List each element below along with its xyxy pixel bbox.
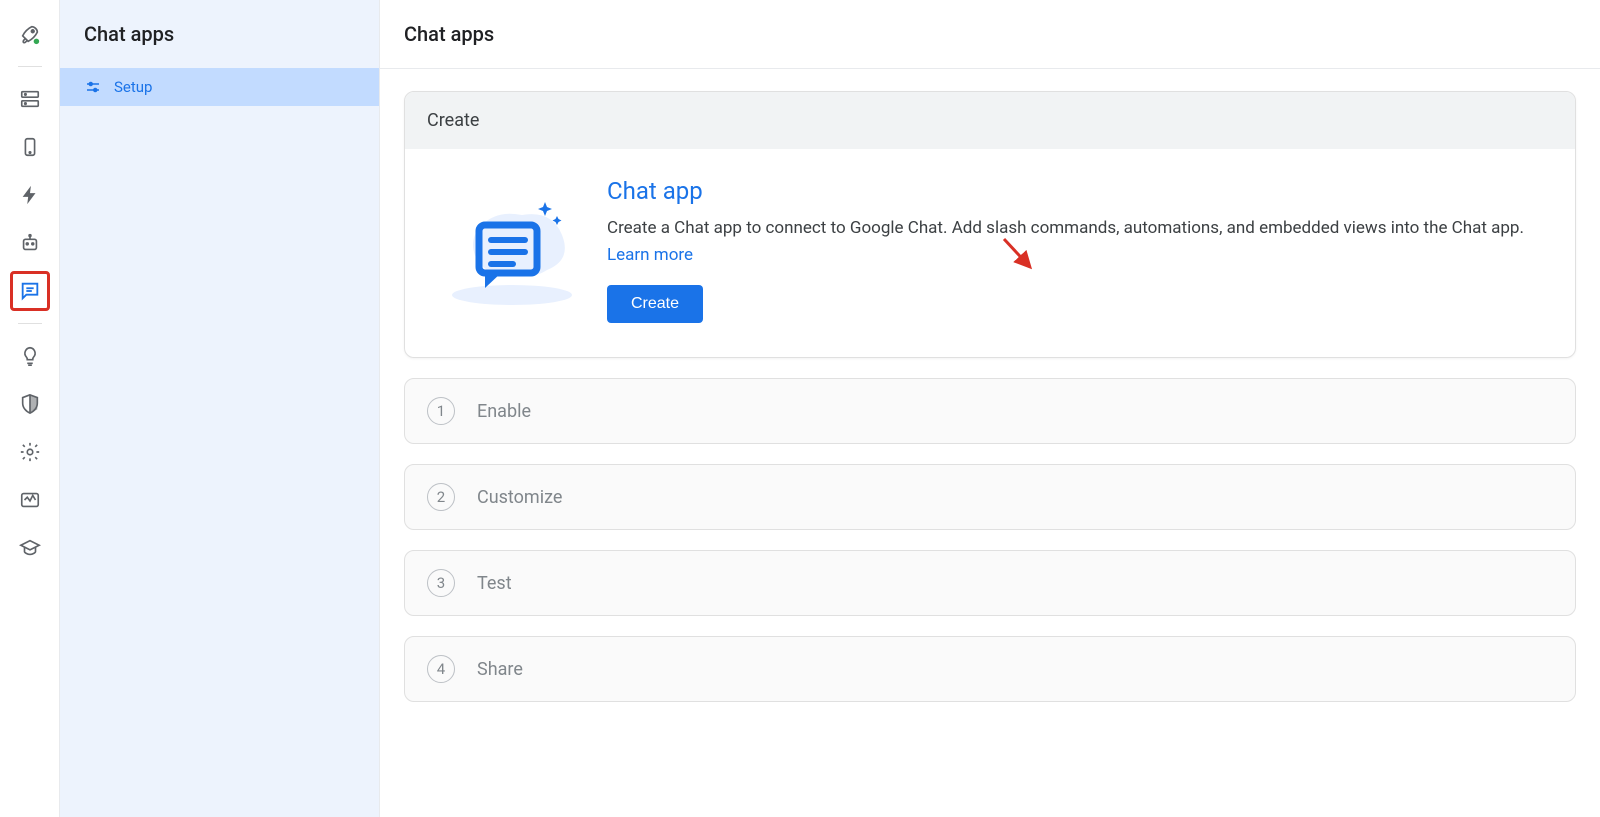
activity-icon	[19, 489, 41, 511]
rail-item-server[interactable]	[10, 79, 50, 119]
graduation-cap-icon	[19, 537, 41, 559]
rail-item-rocket[interactable]	[10, 14, 50, 54]
create-card: Create Chat app	[404, 91, 1576, 358]
step-number: 1	[427, 397, 455, 425]
robot-icon	[19, 232, 41, 254]
page-title: Chat apps	[380, 0, 1600, 69]
create-card-body: Chat app Create a Chat app to connect to…	[405, 149, 1575, 357]
rail-item-bolt[interactable]	[10, 175, 50, 215]
rail-item-shield[interactable]	[10, 384, 50, 424]
step-number: 4	[427, 655, 455, 683]
side-panel: Chat apps Setup	[60, 0, 380, 817]
sliders-icon	[84, 78, 102, 96]
side-panel-title: Chat apps	[60, 0, 379, 68]
icon-rail	[0, 0, 60, 817]
step-enable[interactable]: 1 Enable	[404, 378, 1576, 444]
create-heading: Chat app	[607, 177, 1553, 205]
side-item-label: Setup	[114, 78, 152, 96]
rail-item-activity[interactable]	[10, 480, 50, 520]
step-number: 2	[427, 483, 455, 511]
create-content: Chat app Create a Chat app to connect to…	[607, 177, 1553, 323]
step-label: Enable	[477, 401, 531, 422]
create-button[interactable]: Create	[607, 285, 703, 323]
rail-item-settings[interactable]	[10, 432, 50, 472]
step-label: Test	[477, 573, 512, 594]
rocket-icon	[19, 23, 41, 45]
main: Chat apps Create	[380, 0, 1600, 817]
rail-item-lightbulb[interactable]	[10, 336, 50, 376]
step-share[interactable]: 4 Share	[404, 636, 1576, 702]
step-label: Share	[477, 659, 523, 680]
rail-separator	[18, 323, 42, 324]
step-test[interactable]: 3 Test	[404, 550, 1576, 616]
side-item-setup[interactable]: Setup	[60, 68, 379, 106]
mobile-icon	[19, 136, 41, 158]
main-body: Create Chat app	[380, 69, 1600, 724]
server-icon	[19, 88, 41, 110]
chat-app-illustration	[427, 177, 597, 323]
rail-item-robot[interactable]	[10, 223, 50, 263]
lightbulb-icon	[19, 345, 41, 367]
step-number: 3	[427, 569, 455, 597]
rail-separator	[18, 66, 42, 67]
create-card-title: Create	[405, 92, 1575, 149]
bolt-icon	[19, 184, 41, 206]
rail-item-mobile[interactable]	[10, 127, 50, 167]
chat-icon	[19, 280, 41, 302]
step-customize[interactable]: 2 Customize	[404, 464, 1576, 530]
learn-more-link[interactable]: Learn more	[607, 245, 693, 265]
rail-item-learn[interactable]	[10, 528, 50, 568]
shield-icon	[19, 393, 41, 415]
gear-icon	[19, 441, 41, 463]
rail-item-chat[interactable]	[10, 271, 50, 311]
step-label: Customize	[477, 487, 562, 508]
create-description: Create a Chat app to connect to Google C…	[607, 215, 1553, 269]
